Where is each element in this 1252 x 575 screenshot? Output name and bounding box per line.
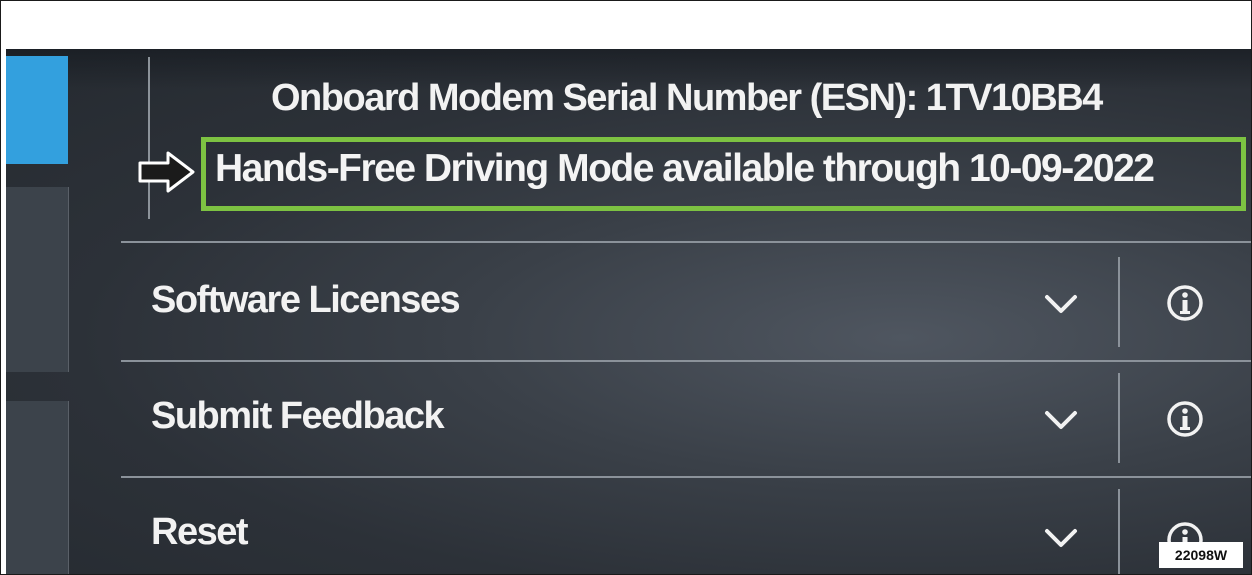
- figure-frame: Onboard Modem Serial Number (ESN): 1TV10…: [0, 0, 1252, 575]
- chevron-down-icon[interactable]: [1041, 523, 1081, 551]
- row-separator: [1118, 373, 1120, 463]
- hands-free-availability: Hands-Free Driving Mode available throug…: [215, 147, 1155, 190]
- info-icon[interactable]: [1166, 400, 1204, 438]
- menu-row-submit-feedback[interactable]: Submit Feedback: [121, 365, 1251, 475]
- side-rail-tab[interactable]: [6, 187, 69, 372]
- info-icon[interactable]: [1166, 284, 1204, 322]
- row-separator: [1118, 257, 1120, 347]
- menu-row-label: Software Licenses: [151, 279, 461, 321]
- row-separator: [1118, 489, 1120, 574]
- menu-row-label: Reset: [151, 511, 249, 553]
- row-divider: [121, 241, 1251, 243]
- menu-row-label: Submit Feedback: [151, 395, 445, 437]
- chevron-down-icon[interactable]: [1041, 405, 1081, 433]
- menu-row-software-licenses[interactable]: Software Licenses: [121, 249, 1251, 359]
- chevron-down-icon[interactable]: [1041, 289, 1081, 317]
- figure-code-label: 22098W: [1159, 542, 1243, 568]
- row-divider: [121, 360, 1251, 362]
- modem-serial-number: Onboard Modem Serial Number (ESN): 1TV10…: [271, 77, 1103, 119]
- row-divider: [121, 476, 1251, 478]
- vehicle-screen: Onboard Modem Serial Number (ESN): 1TV10…: [6, 49, 1251, 574]
- info-panel-divider: [148, 57, 150, 219]
- side-rail-active-tab[interactable]: [6, 56, 68, 164]
- side-rail-tab[interactable]: [6, 401, 69, 574]
- menu-row-reset[interactable]: Reset: [121, 481, 1251, 574]
- callout-arrow-icon: [138, 151, 195, 193]
